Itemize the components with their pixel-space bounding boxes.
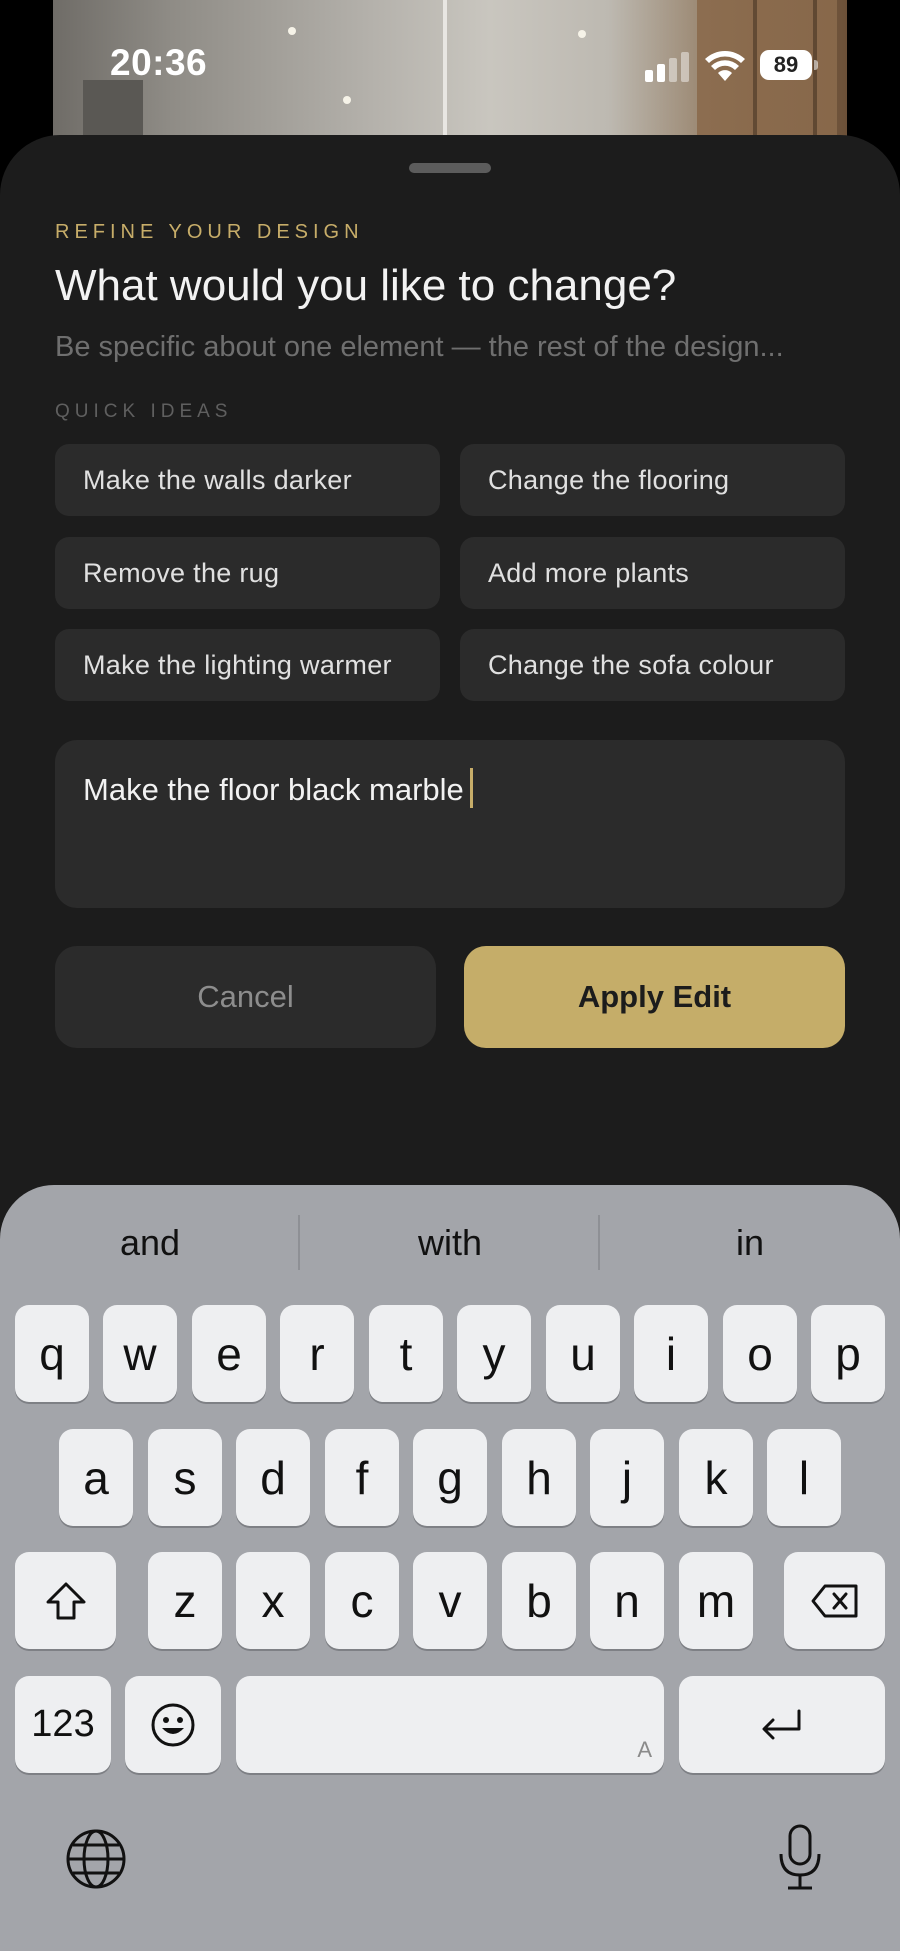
key[interactable]: b xyxy=(502,1552,576,1649)
return-icon xyxy=(762,1709,801,1739)
key[interactable]: y xyxy=(457,1305,531,1402)
key[interactable]: h xyxy=(502,1429,576,1526)
onscreen-keyboard: and with in q w e r t y u i o p a s d f … xyxy=(0,1185,900,1951)
sheet-grabber[interactable] xyxy=(409,163,491,173)
wifi-icon xyxy=(705,51,745,81)
status-bar: 20:36 89 xyxy=(0,0,900,130)
quick-ideas-label: QUICK IDEAS xyxy=(55,401,233,422)
return-key[interactable] xyxy=(679,1676,885,1773)
key[interactable]: z xyxy=(148,1552,222,1649)
key[interactable]: g xyxy=(413,1429,487,1526)
shift-key[interactable] xyxy=(15,1552,116,1649)
key[interactable]: x xyxy=(236,1552,310,1649)
sheet-subtitle: Be specific about one element — the rest… xyxy=(55,331,784,363)
battery-icon: 89 xyxy=(760,50,818,80)
key[interactable]: e xyxy=(192,1305,266,1402)
quick-idea-chip[interactable]: Add more plants xyxy=(460,537,845,609)
status-time: 20:36 xyxy=(110,42,208,83)
backspace-icon xyxy=(811,1584,857,1617)
apply-edit-button[interactable]: Apply Edit xyxy=(464,946,845,1048)
key[interactable]: m xyxy=(679,1552,753,1649)
shift-icon xyxy=(46,1582,85,1619)
quick-idea-chip[interactable]: Change the sofa colour xyxy=(460,629,845,701)
key[interactable]: f xyxy=(325,1429,399,1526)
key[interactable]: n xyxy=(590,1552,664,1649)
emoji-icon xyxy=(151,1703,195,1746)
cellular-signal-icon xyxy=(645,52,691,82)
key[interactable]: r xyxy=(280,1305,354,1402)
key[interactable]: u xyxy=(546,1305,620,1402)
sheet-title: What would you like to change? xyxy=(55,261,677,310)
key[interactable]: o xyxy=(723,1305,797,1402)
space-key-hint: A xyxy=(637,1737,652,1762)
key[interactable]: v xyxy=(413,1552,487,1649)
key[interactable]: s xyxy=(148,1429,222,1526)
key[interactable]: a xyxy=(59,1429,133,1526)
sheet-eyebrow: REFINE YOUR DESIGN xyxy=(55,221,364,243)
backspace-key[interactable] xyxy=(784,1552,885,1649)
key[interactable]: l xyxy=(767,1429,841,1526)
quick-idea-chip[interactable]: Make the walls darker xyxy=(55,444,440,516)
key[interactable]: c xyxy=(325,1552,399,1649)
key[interactable]: w xyxy=(103,1305,177,1402)
suggestion-item[interactable]: with xyxy=(300,1185,600,1300)
quick-idea-chip[interactable]: Make the lighting warmer xyxy=(55,629,440,701)
key[interactable]: q xyxy=(15,1305,89,1402)
key[interactable]: d xyxy=(236,1429,310,1526)
key[interactable]: p xyxy=(811,1305,885,1402)
numbers-key[interactable]: 123 xyxy=(15,1676,111,1773)
quick-idea-chip[interactable]: Change the flooring xyxy=(460,444,845,516)
space-key[interactable]: A xyxy=(236,1676,664,1773)
key[interactable]: i xyxy=(634,1305,708,1402)
suggestion-item[interactable]: and xyxy=(0,1185,300,1300)
suggestion-item[interactable]: in xyxy=(600,1185,900,1300)
edit-request-input[interactable]: Make the floor black marble xyxy=(55,740,845,908)
microphone-icon[interactable] xyxy=(775,1823,825,1893)
key[interactable]: j xyxy=(590,1429,664,1526)
key[interactable]: t xyxy=(369,1305,443,1402)
key[interactable]: k xyxy=(679,1429,753,1526)
text-caret xyxy=(469,768,473,808)
cancel-button[interactable]: Cancel xyxy=(55,946,436,1048)
emoji-key[interactable] xyxy=(125,1676,221,1773)
quick-idea-chip[interactable]: Remove the rug xyxy=(55,537,440,609)
globe-icon[interactable] xyxy=(65,1828,127,1890)
battery-level: 89 xyxy=(773,52,799,77)
edit-request-text: Make the floor black marble xyxy=(83,772,464,807)
